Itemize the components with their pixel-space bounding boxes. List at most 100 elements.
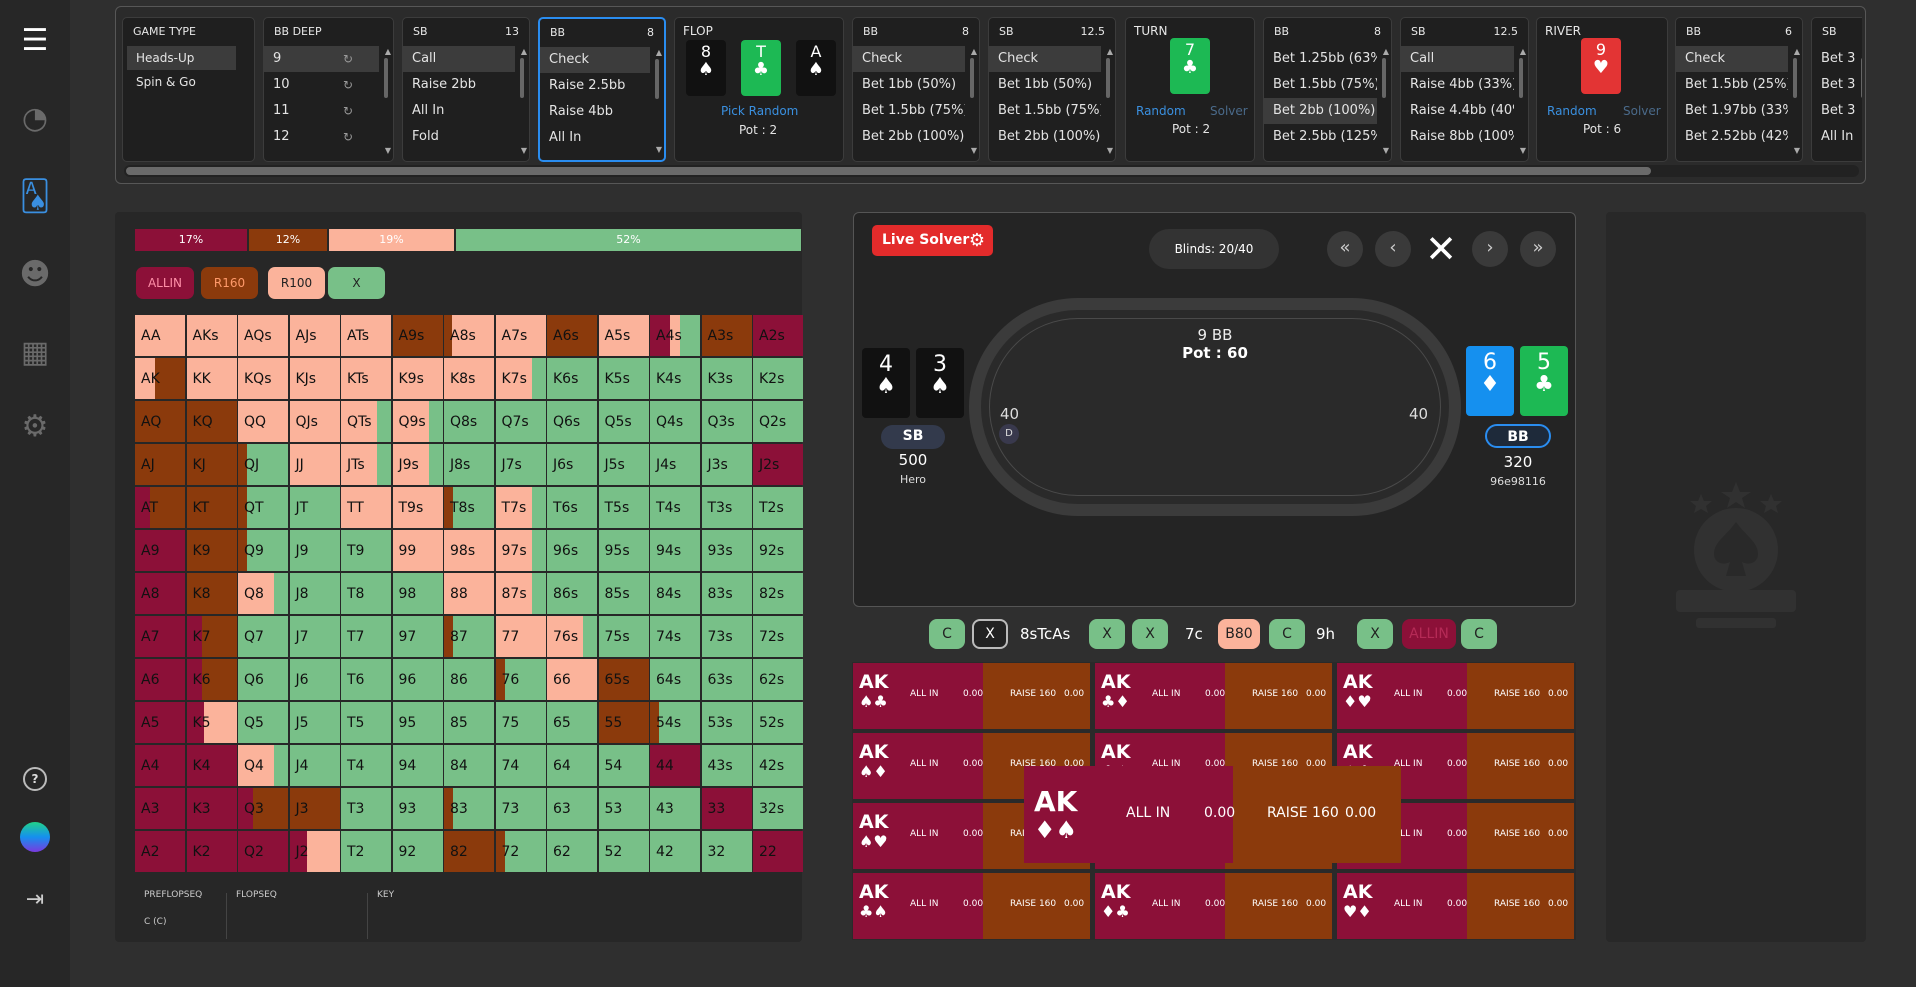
node-column-0-option[interactable]: Fold (403, 124, 515, 150)
range-cell[interactable]: K6s (547, 358, 597, 399)
range-cell[interactable]: 72s (753, 616, 803, 657)
node-column-7-option[interactable]: All In (1812, 124, 1856, 150)
range-cell[interactable]: 94s (650, 530, 700, 571)
range-cell[interactable]: 32 (701, 831, 752, 872)
combo-card[interactable]: AK♣♠ ALL IN 0.00 RAISE 160 0.00 (853, 873, 1090, 939)
range-cell[interactable]: 84 (444, 745, 494, 786)
range-cell[interactable]: J5s (598, 444, 649, 485)
solver-link[interactable]: Solver (1210, 104, 1248, 118)
node-column-3-option[interactable]: Check (989, 46, 1101, 72)
chevron-down-icon[interactable]: ▼ (656, 146, 662, 154)
range-cell[interactable]: 44 (650, 745, 700, 786)
node-column-5-option[interactable]: Raise 8bb (100%) (1401, 124, 1514, 150)
node-column-5-option[interactable]: Raise 4.4bb (40%) (1401, 98, 1514, 124)
range-cell[interactable]: J5 (289, 702, 340, 743)
range-cell[interactable]: 88 (444, 573, 494, 614)
range-cell[interactable]: J6s (547, 444, 597, 485)
solver-link[interactable]: Solver (1623, 104, 1661, 118)
range-cell[interactable]: K4 (186, 745, 237, 786)
game-type-column-option[interactable]: Heads-Up (127, 46, 236, 70)
range-cell[interactable]: ATs (341, 315, 391, 356)
range-cell[interactable]: K3s (701, 358, 752, 399)
range-cell[interactable]: Q3 (238, 788, 288, 829)
node-column-0-scrollbar[interactable]: ▲ ▼ (517, 46, 527, 159)
range-cell[interactable]: 52s (753, 702, 803, 743)
range-cell[interactable]: T5 (341, 702, 391, 743)
range-cell[interactable]: T2 (341, 831, 391, 872)
range-cell[interactable]: Q8s (444, 401, 494, 442)
filter-button-x[interactable]: X (328, 267, 385, 299)
node-column-6-option[interactable]: Check (1676, 46, 1788, 72)
range-cell[interactable]: 83 (444, 788, 494, 829)
node-column-4-option[interactable]: Bet 2bb (100%) (1264, 98, 1377, 124)
range-cell[interactable]: 53s (701, 702, 752, 743)
range-cell[interactable]: K5s (598, 358, 649, 399)
node-column-6-option[interactable]: Bet 1.97bb (33%) (1676, 98, 1788, 124)
range-cell[interactable]: 87s (495, 573, 546, 614)
range-cell[interactable]: A6 (135, 659, 185, 700)
range-cell[interactable]: 54s (650, 702, 700, 743)
range-cell[interactable]: 75 (495, 702, 546, 743)
refresh-icon[interactable]: ↻ (343, 98, 353, 124)
settings-icon[interactable]: ⚙ (15, 406, 55, 446)
range-cell[interactable]: 84s (650, 573, 700, 614)
chevron-up-icon[interactable]: ▲ (1107, 48, 1113, 56)
node-column-6-option[interactable]: Bet 2.52bb (42%) (1676, 124, 1788, 150)
range-cell[interactable]: 76 (495, 659, 546, 700)
bb-deep-column-scrollbar[interactable]: ▲ ▼ (381, 46, 391, 159)
prev-action-button[interactable]: ‹ (1375, 231, 1411, 267)
node-column-4-option[interactable]: Bet 2.5bb (125%) (1264, 124, 1377, 150)
range-cell[interactable]: A9 (135, 530, 185, 571)
filter-button-r100[interactable]: R100 (268, 267, 325, 299)
node-column-0-option[interactable]: All In (403, 98, 515, 124)
history-action-pill[interactable]: B80 (1218, 619, 1260, 649)
node-column-1-option[interactable]: All In (540, 125, 650, 151)
range-cell[interactable]: KJs (289, 358, 340, 399)
range-cell[interactable]: Q3s (701, 401, 752, 442)
chevron-up-icon[interactable]: ▲ (521, 48, 527, 56)
node-column-4-option[interactable]: Bet 1.5bb (75%) (1264, 72, 1377, 98)
range-cell[interactable]: 97s (495, 530, 546, 571)
node-column-2-option[interactable]: Bet 2bb (100%) (853, 124, 965, 150)
range-cell[interactable]: K7s (495, 358, 546, 399)
node-column-1-option[interactable]: Raise 4bb (540, 99, 650, 125)
range-cell[interactable]: AKs (186, 315, 237, 356)
range-cell[interactable]: QJs (289, 401, 340, 442)
range-cell[interactable]: 92s (753, 530, 803, 571)
range-cell[interactable]: 43s (701, 745, 752, 786)
combo-card[interactable]: AK ♦♥ ALL IN 0.00 RAISE 160 0.00 (1337, 663, 1574, 729)
node-column-5-option[interactable]: Call (1401, 46, 1514, 72)
range-cell[interactable]: A7 (135, 616, 185, 657)
node-column-2-option[interactable]: Check (853, 46, 965, 72)
range-cell[interactable]: Q6s (547, 401, 597, 442)
range-cell[interactable]: QQ (238, 401, 288, 442)
range-cell[interactable]: 77 (495, 616, 546, 657)
history-action-pill[interactable]: X (1132, 619, 1168, 649)
range-cell[interactable]: J8 (289, 573, 340, 614)
node-column-7-scrollbar[interactable]: ▲▼ (1858, 46, 1862, 159)
node-column-0-option[interactable]: Raise 2bb (403, 72, 515, 98)
chevron-up-icon[interactable]: ▲ (1794, 48, 1800, 56)
range-cell[interactable]: 95 (392, 702, 443, 743)
chevron-down-icon[interactable]: ▼ (971, 147, 977, 155)
logout-icon[interactable]: ⇥ (15, 879, 55, 919)
range-cell[interactable]: Q2 (238, 831, 288, 872)
range-cell[interactable]: T8 (341, 573, 391, 614)
node-column-6-option[interactable]: Bet 1.5bb (25%) (1676, 72, 1788, 98)
range-cell[interactable]: K2 (186, 831, 237, 872)
range-cell[interactable]: Q9 (238, 530, 288, 571)
range-cell[interactable]: AT (135, 487, 185, 528)
combo-card[interactable]: AK ♣♦ ALL IN 0.00 RAISE 160 0.00 (1095, 663, 1332, 729)
range-cell[interactable]: A4 (135, 745, 185, 786)
range-cell[interactable]: K3 (186, 788, 237, 829)
range-cell[interactable]: QJ (238, 444, 288, 485)
range-cell[interactable]: AK (135, 358, 185, 399)
range-cell[interactable]: Q8 (238, 573, 288, 614)
range-cell[interactable]: T9 (341, 530, 391, 571)
chevron-up-icon[interactable]: ▲ (971, 48, 977, 56)
node-column-5-option[interactable]: Raise 4bb (33%) (1401, 72, 1514, 98)
chevron-down-icon[interactable]: ▼ (1383, 147, 1389, 155)
range-cell[interactable]: 63s (701, 659, 752, 700)
range-cell[interactable]: Q5s (598, 401, 649, 442)
filter-button-r160[interactable]: R160 (201, 267, 258, 299)
